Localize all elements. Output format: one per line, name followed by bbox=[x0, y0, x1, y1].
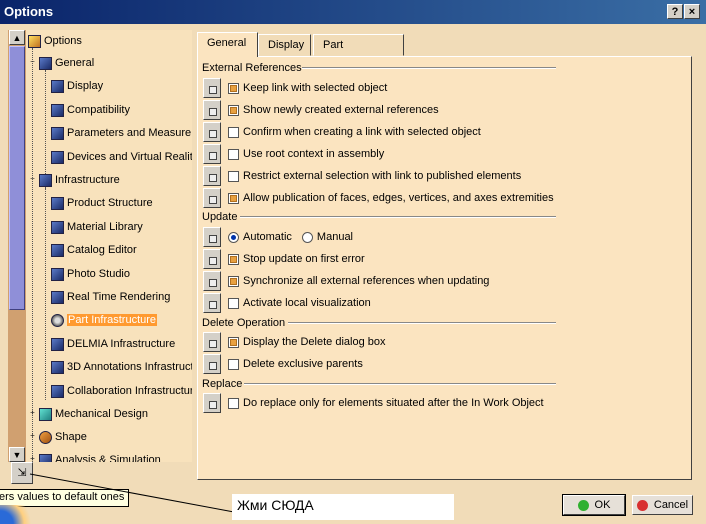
radio-label: Manual bbox=[316, 231, 353, 243]
delete-exclusive-parents-checkbox[interactable] bbox=[228, 358, 239, 370]
lock-icon[interactable] bbox=[203, 227, 221, 247]
option-label: Activate local visualization bbox=[243, 297, 371, 309]
lock-icon[interactable] bbox=[203, 122, 221, 142]
option-row: Show newly created external references bbox=[203, 100, 439, 120]
option-row: Display the Delete dialog box bbox=[203, 332, 385, 352]
ok-button[interactable]: OK bbox=[562, 494, 626, 516]
general-tab-panel: External References Keep link with selec… bbox=[197, 56, 692, 480]
option-row: Use root context in assembly bbox=[203, 144, 384, 164]
update-mode-row: Automatic Manual bbox=[203, 227, 353, 247]
group-separator bbox=[240, 216, 556, 218]
keep-link-checkbox[interactable] bbox=[228, 82, 239, 94]
tab-display[interactable]: Display bbox=[258, 34, 311, 56]
lock-icon[interactable] bbox=[203, 100, 221, 120]
ok-icon bbox=[577, 499, 589, 511]
option-label: Keep link with selected object bbox=[243, 82, 388, 94]
group-label-external-references: External References bbox=[202, 62, 302, 74]
show-external-refs-checkbox[interactable] bbox=[228, 104, 239, 116]
lock-icon[interactable] bbox=[203, 144, 221, 164]
option-label: Show newly created external references bbox=[243, 104, 439, 116]
group-separator bbox=[244, 383, 556, 385]
option-row: Delete exclusive parents bbox=[203, 354, 363, 374]
ok-label: OK bbox=[594, 499, 611, 511]
option-row: Do replace only for elements situated af… bbox=[203, 393, 544, 413]
option-label: Use root context in assembly bbox=[243, 148, 385, 160]
manual-radio[interactable] bbox=[301, 231, 313, 243]
option-label: Stop update on first error bbox=[243, 253, 365, 265]
option-label: Restrict external selection with link to… bbox=[243, 170, 522, 182]
group-label-update: Update bbox=[202, 211, 238, 223]
option-row: Confirm when creating a link with select… bbox=[203, 122, 481, 142]
option-label: Confirm when creating a link with select… bbox=[243, 126, 481, 138]
lock-icon[interactable] bbox=[203, 271, 221, 291]
option-row: Keep link with selected object bbox=[203, 78, 387, 98]
option-label: Allow publication of faces, edges, verti… bbox=[243, 192, 554, 204]
restrict-selection-checkbox[interactable] bbox=[228, 170, 239, 182]
synchronize-refs-checkbox[interactable] bbox=[228, 275, 239, 287]
cancel-button[interactable]: Cancel bbox=[632, 495, 693, 515]
annotation-note-text: Жми СЮДА bbox=[237, 497, 314, 513]
option-row: Activate local visualization bbox=[203, 293, 371, 313]
local-visualization-checkbox[interactable] bbox=[228, 297, 239, 309]
root-context-checkbox[interactable] bbox=[228, 148, 239, 160]
group-label-delete-operation: Delete Operation bbox=[202, 317, 286, 329]
lock-icon[interactable] bbox=[203, 354, 221, 374]
options-dialog: Options ? × ▲ ▼ Options − General Displa… bbox=[0, 0, 706, 524]
option-row: Restrict external selection with link to… bbox=[203, 166, 521, 186]
group-separator bbox=[302, 67, 556, 69]
option-row: Synchronize all external references when… bbox=[203, 271, 489, 291]
group-label-replace: Replace bbox=[202, 378, 243, 390]
cancel-label: Cancel bbox=[653, 499, 689, 511]
lock-icon[interactable] bbox=[203, 166, 221, 186]
lock-icon[interactable] bbox=[203, 393, 221, 413]
option-label: Display the Delete dialog box bbox=[243, 336, 386, 348]
tab-part-document[interactable]: Part Document bbox=[313, 34, 404, 72]
option-label: Do replace only for elements situated af… bbox=[243, 397, 544, 409]
option-row: Stop update on first error bbox=[203, 249, 365, 269]
lock-icon[interactable] bbox=[203, 293, 221, 313]
radio-label: Automatic bbox=[243, 231, 292, 243]
lock-icon[interactable] bbox=[203, 332, 221, 352]
allow-publication-checkbox[interactable] bbox=[228, 192, 239, 204]
lock-icon[interactable] bbox=[203, 249, 221, 269]
lock-icon[interactable] bbox=[203, 188, 221, 208]
desktop-background-fragment bbox=[0, 505, 40, 524]
option-label: Delete exclusive parents bbox=[243, 358, 363, 370]
confirm-link-checkbox[interactable] bbox=[228, 126, 239, 138]
tab-general[interactable]: General bbox=[197, 32, 258, 57]
option-row: Allow publication of faces, edges, verti… bbox=[203, 188, 554, 208]
automatic-radio[interactable] bbox=[228, 231, 239, 243]
replace-after-in-work-checkbox[interactable] bbox=[228, 397, 239, 409]
cancel-icon bbox=[636, 499, 648, 511]
stop-update-checkbox[interactable] bbox=[228, 253, 239, 265]
option-label: Synchronize all external references when… bbox=[243, 275, 490, 287]
annotation-note: Жми СЮДА bbox=[232, 494, 454, 520]
display-delete-dialog-checkbox[interactable] bbox=[228, 336, 239, 348]
lock-icon[interactable] bbox=[203, 78, 221, 98]
group-separator bbox=[288, 322, 556, 324]
